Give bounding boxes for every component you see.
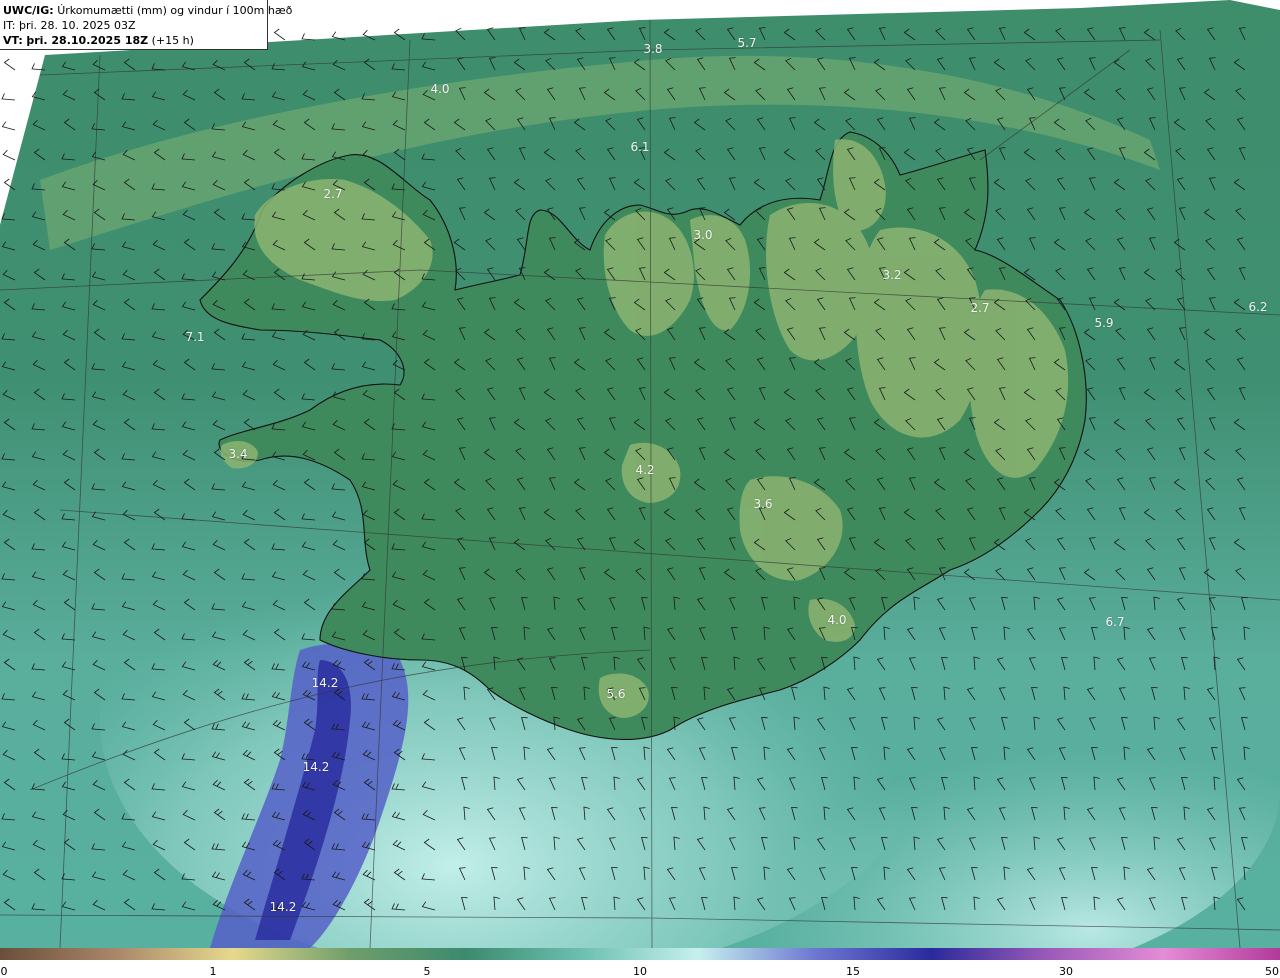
init-label: IT: <box>3 19 16 32</box>
valid-time: þri. 28.10.2025 18Z <box>26 34 149 47</box>
colorbar-tick-label: 30 <box>1059 965 1073 978</box>
wind-barb <box>2 149 16 161</box>
precip-value-label: 14.2 <box>302 760 330 774</box>
wind-barb <box>3 58 16 71</box>
wind-barb <box>273 28 286 41</box>
precip-value-label: 3.0 <box>693 228 713 242</box>
colorbar-tick-label: 15 <box>846 965 860 978</box>
precip-value-label: 6.7 <box>1105 615 1125 629</box>
precip-value-label: 5.6 <box>606 687 626 701</box>
precip-colorbar <box>0 948 1280 960</box>
precip-value-label: 3.4 <box>228 447 248 461</box>
colorbar-tick-label: 0 <box>0 965 8 978</box>
colorbar-tick-label: 10 <box>633 965 647 978</box>
precip-value-label: 4.0 <box>430 82 450 96</box>
map-title-box: UWC/IG: Úrkomumætti (mm) og vindur í 100… <box>0 0 292 50</box>
precip-value-label: 6.1 <box>630 140 650 154</box>
precip-value-label: 6.2 <box>1248 300 1268 314</box>
lead-time: (+15 h) <box>151 34 194 47</box>
wind-barb <box>301 33 316 41</box>
precip-value-label: 5.9 <box>1094 316 1114 330</box>
colorbar-tick-label: 1 <box>209 965 217 978</box>
init-time: þri. 28. 10. 2025 03Z <box>18 19 136 32</box>
precip-value-label: 2.7 <box>970 301 990 315</box>
title-line-2: IT: þri. 28. 10. 2025 03Z <box>3 18 267 33</box>
precip-value-label: 14.2 <box>311 676 339 690</box>
model-label: UWC/IG: <box>3 4 54 17</box>
precip-value-label: 3.6 <box>753 497 773 511</box>
precip-value-label: 3.8 <box>643 42 663 56</box>
valid-label: VT: <box>3 34 23 47</box>
precip-value-label: 4.2 <box>635 463 655 477</box>
field-description: Úrkomumætti (mm) og vindur í 100m hæð <box>57 4 293 17</box>
colorbar-tick-label: 50 <box>1265 965 1279 978</box>
precip-value-label: 7.1 <box>185 330 205 344</box>
title-line-3: VT: þri. 28.10.2025 18Z (+15 h) <box>3 33 267 48</box>
title-line-1: UWC/IG: Úrkomumætti (mm) og vindur í 100… <box>3 3 292 18</box>
precip-value-label: 14.2 <box>269 900 297 914</box>
precip-value-label: 4.0 <box>827 613 847 627</box>
wind-barb <box>1 121 16 131</box>
precip-value-label: 5.7 <box>737 36 757 50</box>
precip-value-label: 2.7 <box>323 187 343 201</box>
precip-value-label: 3.2 <box>882 268 902 282</box>
colorbar-tick-label: 5 <box>423 965 431 978</box>
wind-barb <box>1 93 16 101</box>
